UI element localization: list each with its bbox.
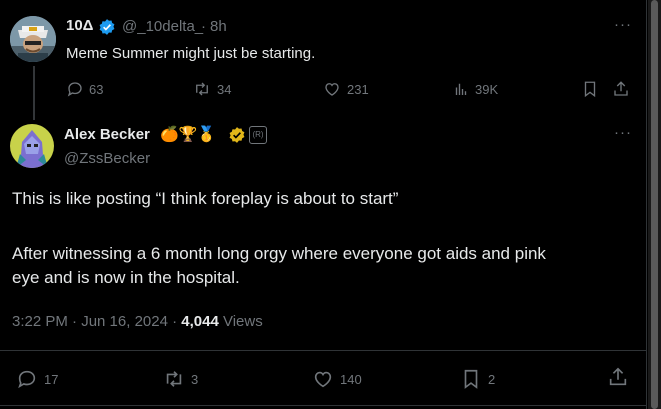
avatar-alex-becker[interactable] <box>10 124 54 168</box>
author-handle[interactable]: @_10delta_ <box>122 18 203 35</box>
label-badge: (R) <box>249 126 267 144</box>
share-icon[interactable] <box>607 366 629 393</box>
reply-button[interactable]: 17 <box>16 368 58 390</box>
badge-emojis: 🍊🏆🥇 <box>160 125 217 143</box>
like-count: 140 <box>340 371 362 387</box>
more-options-icon[interactable]: ··· <box>614 124 632 141</box>
views-button[interactable]: 39K <box>452 80 498 98</box>
divider <box>0 405 647 406</box>
bookmark-icon <box>464 369 478 389</box>
reply-count: 17 <box>44 371 59 387</box>
repost-button[interactable]: 34 <box>192 80 231 98</box>
views-label: Views <box>218 313 263 330</box>
author-name[interactable]: Alex Becker <box>64 126 150 143</box>
thread-connector <box>33 66 35 120</box>
reply-icon <box>18 370 36 389</box>
bookmark-count: 2 <box>488 371 496 387</box>
post-timestamp[interactable]: 3:22 PM · Jun 16, 2024 · <box>12 313 181 330</box>
views-count: 39K <box>475 81 499 97</box>
post-meta: 3:22 PM · Jun 16, 2024 · 4,044 Views <box>12 313 263 330</box>
like-button[interactable]: 140 <box>312 368 362 390</box>
author-name[interactable]: 10Δ <box>66 17 93 34</box>
heart-icon <box>314 371 332 388</box>
scrollbar[interactable] <box>648 0 661 409</box>
repost-count: 3 <box>191 371 199 387</box>
share-icon[interactable] <box>612 80 630 103</box>
author-handle[interactable]: @ZssBecker <box>64 150 150 167</box>
post-time[interactable]: 8h <box>210 18 227 35</box>
post-text-line-2: After witnessing a 6 month long orgy whe… <box>12 244 546 263</box>
repost-icon <box>166 371 182 387</box>
verified-badge-icon <box>98 18 116 41</box>
dot-separator: · <box>201 18 206 35</box>
column-divider <box>646 0 647 409</box>
views-chart-icon <box>455 83 467 95</box>
avatar-10delta[interactable] <box>10 16 56 62</box>
heart-icon <box>325 83 339 96</box>
like-count: 231 <box>347 81 369 97</box>
bookmark-icon[interactable] <box>581 80 599 103</box>
views-count: 4,044 <box>181 313 219 330</box>
verified-gold-badge-icon <box>228 126 246 149</box>
post-text: Meme Summer might just be starting. <box>66 45 316 62</box>
label-badge-text: (R) <box>252 130 264 139</box>
post-text-line-1: This is like posting “I think foreplay i… <box>12 189 399 208</box>
repost-icon <box>196 82 208 96</box>
reply-icon <box>67 82 82 97</box>
tweet-pane: 10Δ @_10delta_ · 8h ··· Meme Summer migh… <box>0 0 647 409</box>
repost-count: 34 <box>217 81 232 97</box>
like-button[interactable]: 231 <box>322 80 369 98</box>
repost-button[interactable]: 3 <box>163 368 198 390</box>
post-text-line-3: eye and is now in the hospital. <box>12 268 240 287</box>
divider <box>0 350 647 351</box>
bookmark-button[interactable]: 2 <box>460 368 495 390</box>
reply-button[interactable]: 63 <box>66 80 103 98</box>
reply-count: 63 <box>89 81 104 97</box>
scrollbar-thumb[interactable] <box>651 0 658 409</box>
more-options-icon[interactable]: ··· <box>614 16 632 33</box>
